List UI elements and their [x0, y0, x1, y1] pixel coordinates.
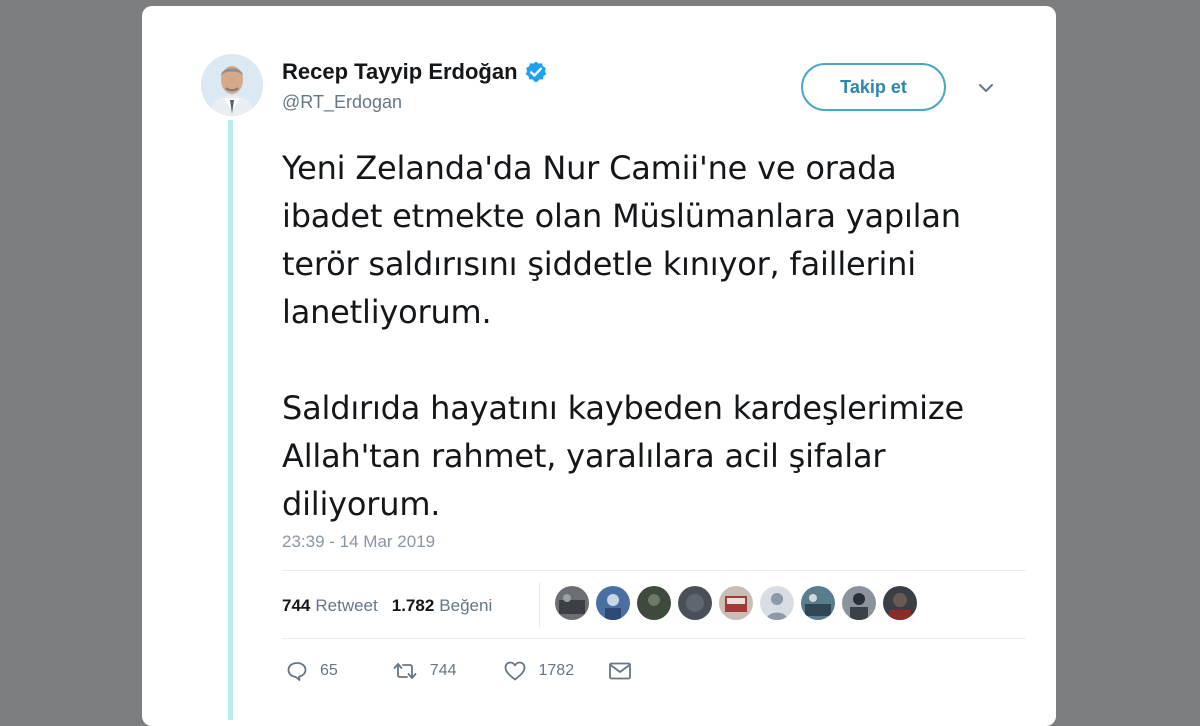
like-count: 1782: [538, 662, 575, 679]
liker-avatar[interactable]: [678, 586, 712, 620]
divider: [539, 582, 540, 628]
liker-avatar[interactable]: [842, 586, 876, 620]
author-handle[interactable]: @RT_Erdogan: [282, 92, 402, 113]
retweet-count: 744: [429, 662, 457, 679]
liker-avatar[interactable]: [596, 586, 630, 620]
liker-avatar[interactable]: [760, 586, 794, 620]
tweet-actions: 65 744 1782: [282, 660, 632, 682]
author-avatar[interactable]: [201, 54, 263, 116]
retweet-button[interactable]: 744: [392, 660, 457, 682]
thread-line: [228, 120, 233, 720]
divider: [282, 638, 1026, 639]
liker-avatar[interactable]: [883, 586, 917, 620]
reply-count: 65: [320, 662, 338, 679]
tweet-card: Recep Tayyip Erdoğan @RT_Erdogan Takip e…: [142, 6, 1056, 726]
liker-avatar[interactable]: [555, 586, 589, 620]
follow-button[interactable]: Takip et: [801, 63, 946, 111]
retweet-stat-count[interactable]: 744: [282, 596, 310, 616]
direct-message-button[interactable]: [608, 661, 632, 681]
envelope-icon: [608, 661, 632, 681]
heart-icon: [503, 660, 527, 682]
chevron-down-icon[interactable]: [977, 79, 995, 97]
liker-avatar[interactable]: [801, 586, 835, 620]
verified-badge-icon: [524, 60, 548, 84]
like-button[interactable]: 1782: [503, 660, 575, 682]
liker-avatar[interactable]: [719, 586, 753, 620]
author-display-name[interactable]: Recep Tayyip Erdoğan: [282, 59, 518, 85]
liker-avatar[interactable]: [637, 586, 671, 620]
like-stat-count[interactable]: 1.782: [392, 596, 435, 616]
reply-icon: [286, 660, 308, 682]
reply-button[interactable]: 65: [286, 660, 338, 682]
tweet-text: Yeni Zelanda'da Nur Camii'ne ve orada ib…: [282, 144, 982, 528]
tweet-paragraph: Saldırıda hayatını kaybeden kardeşlerimi…: [282, 389, 964, 523]
tweet-paragraph: Yeni Zelanda'da Nur Camii'ne ve orada ib…: [282, 149, 961, 331]
liker-avatars: [555, 586, 924, 620]
like-stat-label[interactable]: Beğeni: [439, 596, 492, 616]
retweet-icon: [392, 660, 418, 682]
tweet-timestamp[interactable]: 23:39 - 14 Mar 2019: [282, 532, 435, 552]
divider: [282, 570, 1026, 571]
retweet-stat-label[interactable]: Retweet: [315, 596, 377, 616]
engagement-stats: 744 Retweet 1.782 Beğeni: [282, 596, 506, 616]
